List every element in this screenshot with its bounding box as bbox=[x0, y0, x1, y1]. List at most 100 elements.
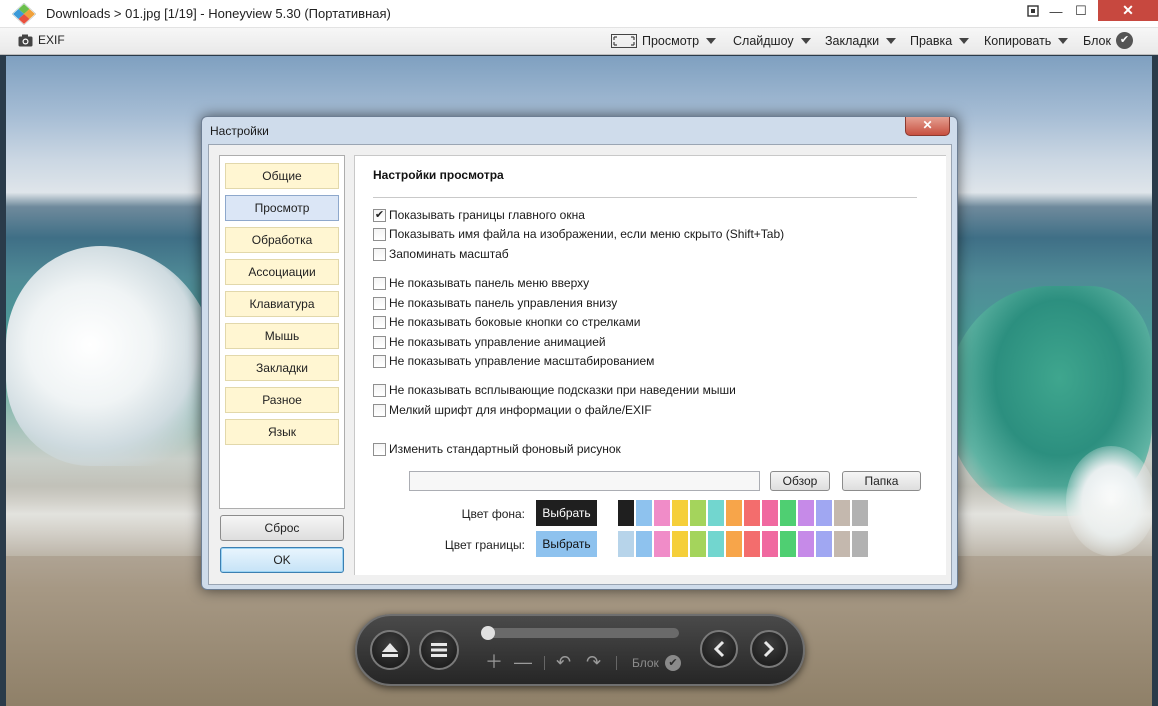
color-swatch[interactable] bbox=[798, 531, 814, 557]
color-swatch[interactable] bbox=[654, 500, 670, 526]
checkbox[interactable] bbox=[373, 315, 386, 329]
color-swatch[interactable] bbox=[744, 500, 760, 526]
pick-bg-color-button[interactable]: Выбрать bbox=[536, 500, 597, 526]
nav-keyboard[interactable]: Клавиатура bbox=[225, 291, 339, 317]
nav-view[interactable]: Просмотр bbox=[225, 195, 339, 221]
color-swatch[interactable] bbox=[834, 531, 850, 557]
option-show-filename[interactable]: Показывать имя файла на изображении, есл… bbox=[373, 227, 784, 241]
bg-color-label: Цвет фона: bbox=[461, 507, 525, 521]
color-swatch[interactable] bbox=[672, 500, 688, 526]
image-position-slider[interactable] bbox=[483, 628, 679, 638]
maximize-button[interactable]: ☐ bbox=[1069, 0, 1093, 22]
nav-processing[interactable]: Обработка bbox=[225, 227, 339, 253]
color-swatch[interactable] bbox=[744, 531, 760, 557]
option-hide-zoom-control[interactable]: Не показывать управление масштабирование… bbox=[373, 354, 654, 368]
color-swatch[interactable] bbox=[690, 531, 706, 557]
minimize-button[interactable]: — bbox=[1045, 0, 1067, 22]
lock-label[interactable]: Блок bbox=[632, 656, 659, 670]
rotate-right-icon[interactable]: ↷ bbox=[586, 652, 601, 672]
menu-edit[interactable]: Правка bbox=[910, 34, 970, 48]
menu-view[interactable]: Просмотр bbox=[611, 34, 717, 48]
checkbox[interactable] bbox=[373, 403, 386, 417]
option-hide-animation-control[interactable]: Не показывать управление анимацией bbox=[373, 335, 606, 349]
checkbox[interactable] bbox=[373, 335, 386, 349]
check-circle-icon[interactable]: ✔ bbox=[665, 655, 681, 671]
nav-bookmarks[interactable]: Закладки bbox=[225, 355, 339, 381]
color-swatch[interactable] bbox=[636, 500, 652, 526]
color-swatch[interactable] bbox=[762, 500, 778, 526]
exif-button[interactable]: EXIF bbox=[18, 33, 65, 47]
window-title: Downloads > 01.jpg [1/19] - Honeyview 5.… bbox=[46, 6, 391, 21]
color-swatch[interactable] bbox=[816, 531, 832, 557]
chevron-right-icon bbox=[763, 640, 775, 658]
zoom-out-icon[interactable]: — bbox=[514, 652, 532, 672]
color-swatch[interactable] bbox=[708, 500, 724, 526]
option-small-exif-font[interactable]: Мелкий шрифт для информации о файле/EXIF bbox=[373, 403, 652, 417]
color-swatch[interactable] bbox=[726, 531, 742, 557]
nav-general[interactable]: Общие bbox=[225, 163, 339, 189]
color-swatch[interactable] bbox=[618, 531, 634, 557]
color-swatch[interactable] bbox=[708, 531, 724, 557]
color-swatch[interactable] bbox=[816, 500, 832, 526]
color-swatch[interactable] bbox=[780, 531, 796, 557]
color-swatch[interactable] bbox=[672, 531, 688, 557]
dialog-title: Настройки bbox=[210, 124, 269, 138]
open-file-button[interactable] bbox=[370, 630, 410, 670]
slider-thumb[interactable] bbox=[481, 626, 495, 640]
color-swatch[interactable] bbox=[852, 531, 868, 557]
pick-border-color-button[interactable]: Выбрать bbox=[536, 531, 597, 557]
color-swatch[interactable] bbox=[654, 531, 670, 557]
color-swatch[interactable] bbox=[852, 500, 868, 526]
hamburger-icon bbox=[431, 643, 447, 657]
option-hide-bottom-panel[interactable]: Не показывать панель управления внизу bbox=[373, 296, 617, 310]
checkbox[interactable]: ✔ bbox=[373, 208, 386, 222]
fullscreen-icon bbox=[611, 34, 637, 48]
menu-bookmarks[interactable]: Закладки bbox=[825, 34, 897, 48]
browse-button[interactable]: Обзор bbox=[770, 471, 830, 491]
checkbox[interactable] bbox=[373, 354, 386, 368]
option-change-background[interactable]: Изменить стандартный фоновый рисунок bbox=[373, 442, 621, 456]
color-swatch[interactable] bbox=[780, 500, 796, 526]
checkbox[interactable] bbox=[373, 296, 386, 310]
close-button[interactable]: ✕ bbox=[1098, 0, 1158, 21]
color-swatch[interactable] bbox=[618, 500, 634, 526]
color-swatch[interactable] bbox=[762, 531, 778, 557]
nav-misc[interactable]: Разное bbox=[225, 387, 339, 413]
folder-button[interactable]: Папка bbox=[842, 471, 921, 491]
nav-associations[interactable]: Ассоциации bbox=[225, 259, 339, 285]
menu-slideshow[interactable]: Слайдшоу bbox=[733, 34, 811, 48]
background-path-input[interactable] bbox=[409, 471, 760, 491]
always-on-top-icon[interactable] bbox=[1022, 0, 1044, 22]
color-swatch[interactable] bbox=[726, 500, 742, 526]
color-swatch[interactable] bbox=[798, 500, 814, 526]
rotate-left-icon[interactable]: ↶ bbox=[556, 652, 571, 672]
nav-mouse[interactable]: Мышь bbox=[225, 323, 339, 349]
ok-button[interactable]: OK bbox=[220, 547, 344, 573]
zoom-in-icon[interactable]: ＋ bbox=[485, 652, 503, 672]
option-hide-top-menu[interactable]: Не показывать панель меню вверху bbox=[373, 276, 589, 290]
chevron-down-icon bbox=[800, 38, 811, 44]
menu-edit-label: Правка bbox=[910, 34, 953, 48]
color-swatch[interactable] bbox=[636, 531, 652, 557]
title-bar: Downloads > 01.jpg [1/19] - Honeyview 5.… bbox=[0, 0, 1158, 28]
dialog-close-button[interactable]: ✕ bbox=[905, 117, 950, 136]
reset-button[interactable]: Сброс bbox=[220, 515, 344, 541]
checkbox[interactable] bbox=[373, 227, 386, 241]
checkbox[interactable] bbox=[373, 247, 386, 261]
menu-copy[interactable]: Копировать bbox=[984, 34, 1069, 48]
nav-language[interactable]: Язык bbox=[225, 419, 339, 445]
color-swatch[interactable] bbox=[690, 500, 706, 526]
option-label: Не показывать управление масштабирование… bbox=[389, 354, 655, 368]
option-remember-zoom[interactable]: Запоминать масштаб bbox=[373, 247, 509, 261]
prev-image-button[interactable] bbox=[700, 630, 738, 668]
checkbox[interactable] bbox=[373, 442, 386, 456]
checkbox[interactable] bbox=[373, 276, 386, 290]
lock-toggle[interactable]: Блок ✔ bbox=[1083, 32, 1133, 49]
next-image-button[interactable] bbox=[750, 630, 788, 668]
checkbox[interactable] bbox=[373, 383, 386, 397]
option-hide-side-arrows[interactable]: Не показывать боковые кнопки со стрелкам… bbox=[373, 315, 640, 329]
option-hide-tooltips[interactable]: Не показывать всплывающие подсказки при … bbox=[373, 383, 736, 397]
option-show-window-border[interactable]: ✔ Показывать границы главного окна bbox=[373, 208, 585, 222]
color-swatch[interactable] bbox=[834, 500, 850, 526]
menu-button[interactable] bbox=[419, 630, 459, 670]
